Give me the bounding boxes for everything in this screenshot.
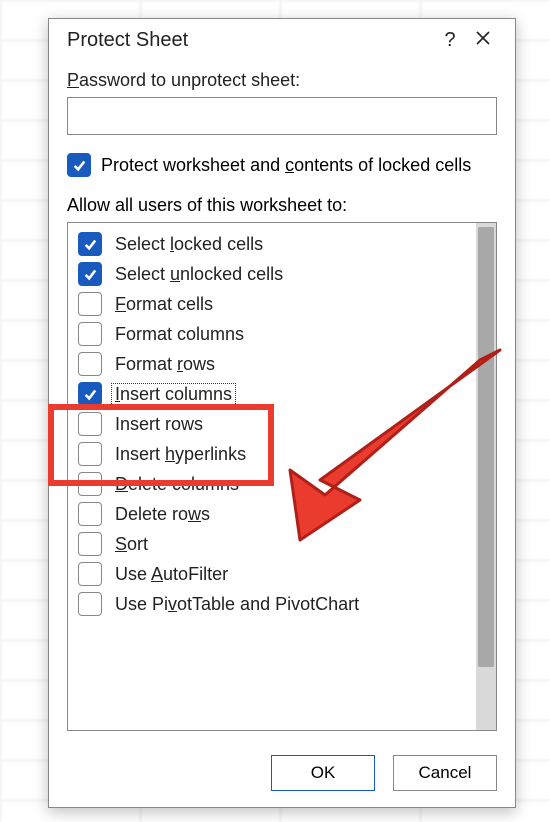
password-input[interactable] xyxy=(67,97,497,135)
scrollbar-thumb[interactable] xyxy=(478,227,494,667)
permissions-list-frame: Select locked cellsSelect unlocked cells… xyxy=(67,222,497,731)
permission-label: Use AutoFilter xyxy=(112,564,231,585)
permission-label: Insert columns xyxy=(112,384,235,405)
close-icon xyxy=(475,30,491,46)
permission-label-accel: u xyxy=(170,264,180,284)
permission-checkbox[interactable] xyxy=(78,262,102,286)
protect-contents-row: Protect worksheet and contents of locked… xyxy=(67,153,497,177)
permission-row[interactable]: Use AutoFilter xyxy=(76,559,470,589)
permission-label-pre: Select xyxy=(115,264,170,284)
permission-label: Delete rows xyxy=(112,504,213,525)
password-label: Password to unprotect sheet: xyxy=(67,70,497,91)
permission-row[interactable]: Insert rows xyxy=(76,409,470,439)
ok-button[interactable]: OK xyxy=(271,755,375,791)
permission-label-pre: Use Pi xyxy=(115,594,168,614)
close-button[interactable] xyxy=(465,29,501,52)
protect-contents-checkbox[interactable] xyxy=(67,153,91,177)
permission-label-pre: Use xyxy=(115,564,151,584)
permission-label-post: yperlinks xyxy=(175,444,246,464)
protect-label-accel: c xyxy=(285,155,294,175)
permission-label-post: ows xyxy=(183,354,215,374)
permission-label-accel: F xyxy=(115,294,126,314)
permission-label-post: nlocked cells xyxy=(180,264,283,284)
permission-row[interactable]: Insert columns xyxy=(76,379,470,409)
permission-label-accel: v xyxy=(168,594,177,614)
protect-label-pre: Protect worksheet and xyxy=(101,155,285,175)
password-label-post: assword to unprotect sheet: xyxy=(79,70,300,90)
permission-row[interactable]: Format columns xyxy=(76,319,470,349)
cancel-button[interactable]: Cancel xyxy=(393,755,497,791)
permissions-scrollbar[interactable] xyxy=(476,223,496,730)
permission-checkbox[interactable] xyxy=(78,382,102,406)
permission-checkbox[interactable] xyxy=(78,352,102,376)
permission-label-pre: Format xyxy=(115,354,177,374)
permission-label-accel: A xyxy=(151,564,163,584)
permission-label-post: otTable and PivotChart xyxy=(177,594,359,614)
permission-label-post: s xyxy=(201,504,210,524)
permission-label-post: elete columns xyxy=(128,474,239,494)
help-button[interactable]: ? xyxy=(435,29,465,52)
permission-row[interactable]: Select unlocked cells xyxy=(76,259,470,289)
permission-row[interactable]: Select locked cells xyxy=(76,229,470,259)
permission-label: Use PivotTable and PivotChart xyxy=(112,594,362,615)
allow-users-label: Allow all users of this worksheet to: xyxy=(67,195,497,216)
dialog-button-row: OK Cancel xyxy=(49,741,515,807)
permission-checkbox[interactable] xyxy=(78,502,102,526)
permission-checkbox[interactable] xyxy=(78,472,102,496)
protect-label-post: ontents of locked cells xyxy=(294,155,471,175)
permission-row[interactable]: Delete rows xyxy=(76,499,470,529)
permission-label-pre: Select xyxy=(115,234,170,254)
permission-label-post: ocked cells xyxy=(174,234,263,254)
permission-row[interactable]: Sort xyxy=(76,529,470,559)
permission-checkbox[interactable] xyxy=(78,562,102,586)
checkmark-icon xyxy=(83,387,97,401)
permission-row[interactable]: Use PivotTable and PivotChart xyxy=(76,589,470,619)
dialog-body: Password to unprotect sheet: Protect wor… xyxy=(49,58,515,741)
protect-contents-label: Protect worksheet and contents of locked… xyxy=(101,155,471,176)
permission-label-pre: Delete ro xyxy=(115,504,188,524)
permission-label: Insert hyperlinks xyxy=(112,444,249,465)
permission-label-pre: Insert xyxy=(115,444,165,464)
permission-label: Format rows xyxy=(112,354,218,375)
permission-label-accel: S xyxy=(115,534,127,554)
permission-label-post: ormat cells xyxy=(126,294,213,314)
permission-label: Delete columns xyxy=(112,474,242,495)
permission-label: Select unlocked cells xyxy=(112,264,286,285)
permission-checkbox[interactable] xyxy=(78,412,102,436)
permission-label-pre: Insert rows xyxy=(115,414,203,434)
permission-checkbox[interactable] xyxy=(78,292,102,316)
permission-label: Format cells xyxy=(112,294,216,315)
permission-label: Format columns xyxy=(112,324,247,345)
permission-label-post: nsert columns xyxy=(120,384,232,404)
permission-checkbox[interactable] xyxy=(78,532,102,556)
password-label-accel: P xyxy=(67,70,79,90)
permission-row[interactable]: Format cells xyxy=(76,289,470,319)
permission-checkbox[interactable] xyxy=(78,232,102,256)
permission-row[interactable]: Insert hyperlinks xyxy=(76,439,470,469)
permission-label-post: utoFilter xyxy=(163,564,228,584)
permission-checkbox[interactable] xyxy=(78,322,102,346)
permission-checkbox[interactable] xyxy=(78,442,102,466)
permission-row[interactable]: Delete columns xyxy=(76,469,470,499)
checkmark-icon xyxy=(72,158,86,172)
checkmark-icon xyxy=(83,237,97,251)
dialog-title: Protect Sheet xyxy=(67,29,435,52)
permission-label-post: ort xyxy=(127,534,148,554)
permission-label: Sort xyxy=(112,534,151,555)
permission-label-accel: D xyxy=(115,474,128,494)
permission-label-pre: Format columns xyxy=(115,324,244,344)
protect-sheet-dialog: Protect Sheet ? Password to unprotect sh… xyxy=(48,18,516,808)
permission-label: Select locked cells xyxy=(112,234,266,255)
permission-label-accel: h xyxy=(165,444,175,464)
permissions-list[interactable]: Select locked cellsSelect unlocked cells… xyxy=(68,223,476,730)
dialog-titlebar: Protect Sheet ? xyxy=(49,19,515,58)
permission-checkbox[interactable] xyxy=(78,592,102,616)
permission-label-accel: w xyxy=(188,504,201,524)
permission-row[interactable]: Format rows xyxy=(76,349,470,379)
permission-label: Insert rows xyxy=(112,414,206,435)
checkmark-icon xyxy=(83,267,97,281)
